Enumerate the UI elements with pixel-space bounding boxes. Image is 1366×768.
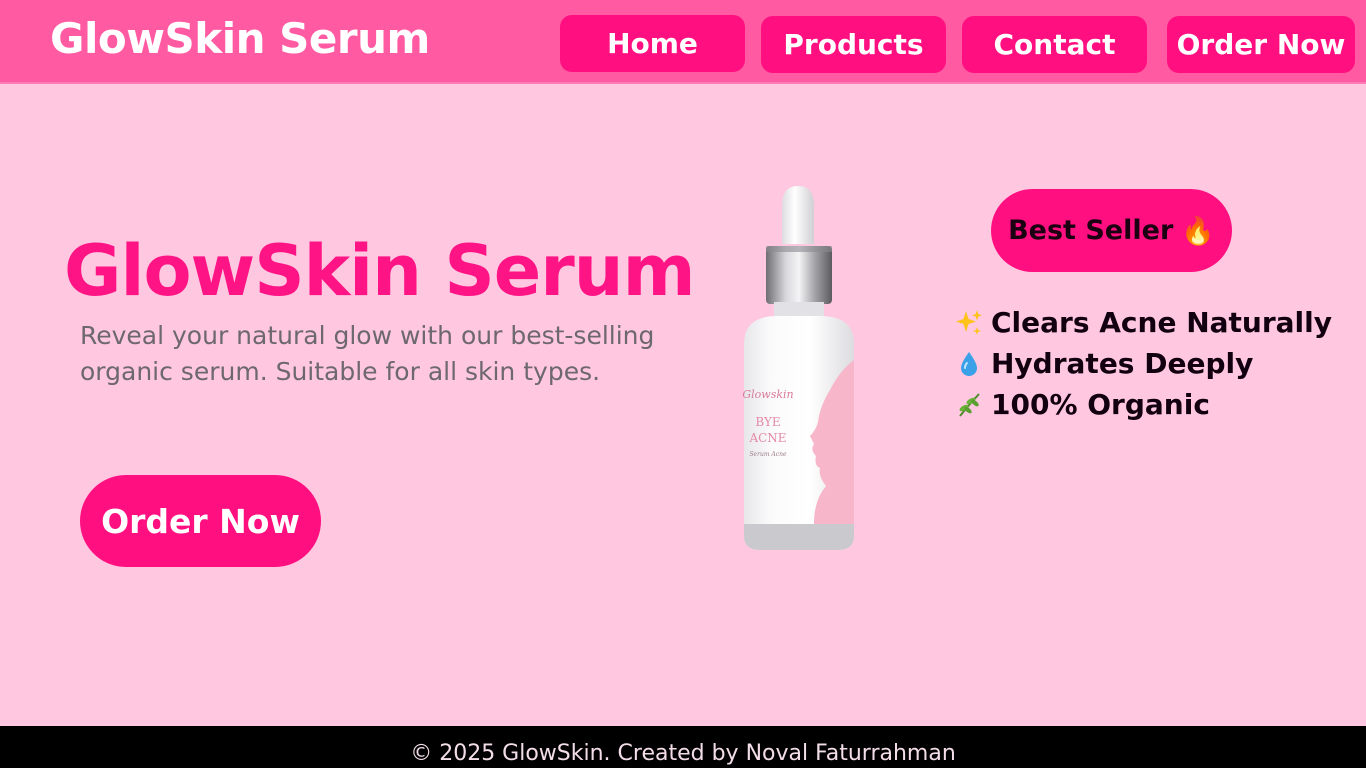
bottle-brand-text: Glowskin <box>742 388 793 401</box>
nav-contact-button[interactable]: Contact <box>962 16 1147 73</box>
footer-copyright: © 2025 GlowSkin. Created by Noval Faturr… <box>410 740 956 766</box>
hero-description: Reveal your natural glow with our best-s… <box>80 321 655 386</box>
sparkles-icon <box>952 306 986 340</box>
site-footer: © 2025 GlowSkin. Created by Noval Faturr… <box>0 726 1366 768</box>
serum-bottle-image: Glowskin BYE ACNE Serum Acne <box>722 184 882 556</box>
bottle-label-line2: ACNE <box>748 431 786 445</box>
hero-order-now-button[interactable]: Order Now <box>80 475 321 567</box>
herb-icon <box>952 388 986 422</box>
site-header: GlowSkin Serum Home Products Contact Ord… <box>0 0 1366 84</box>
feature-label: Hydrates Deeply <box>991 347 1254 380</box>
feature-label: 100% Organic <box>991 388 1210 421</box>
fire-icon: 🔥 <box>1181 215 1215 247</box>
nav-products-button[interactable]: Products <box>761 16 946 73</box>
badge-label: Best Seller <box>1008 215 1174 246</box>
feature-item: Hydrates Deeply <box>952 343 1332 384</box>
best-seller-badge: Best Seller 🔥 <box>991 189 1232 272</box>
feature-item: 100% Organic <box>952 384 1332 425</box>
nav-home-button[interactable]: Home <box>560 15 745 72</box>
droplet-icon <box>952 347 986 381</box>
brand-logo-text[interactable]: GlowSkin Serum <box>50 14 430 63</box>
bottle-label-sub: Serum Acne <box>749 451 787 458</box>
features-list: Clears Acne Naturally Hydrates Deeply 10… <box>952 302 1332 425</box>
nav-order-now-button[interactable]: Order Now <box>1167 16 1355 73</box>
feature-label: Clears Acne Naturally <box>991 306 1332 339</box>
bottle-label-line1: BYE <box>755 415 780 429</box>
hero-title: GlowSkin Serum <box>64 230 696 312</box>
feature-item: Clears Acne Naturally <box>952 302 1332 343</box>
